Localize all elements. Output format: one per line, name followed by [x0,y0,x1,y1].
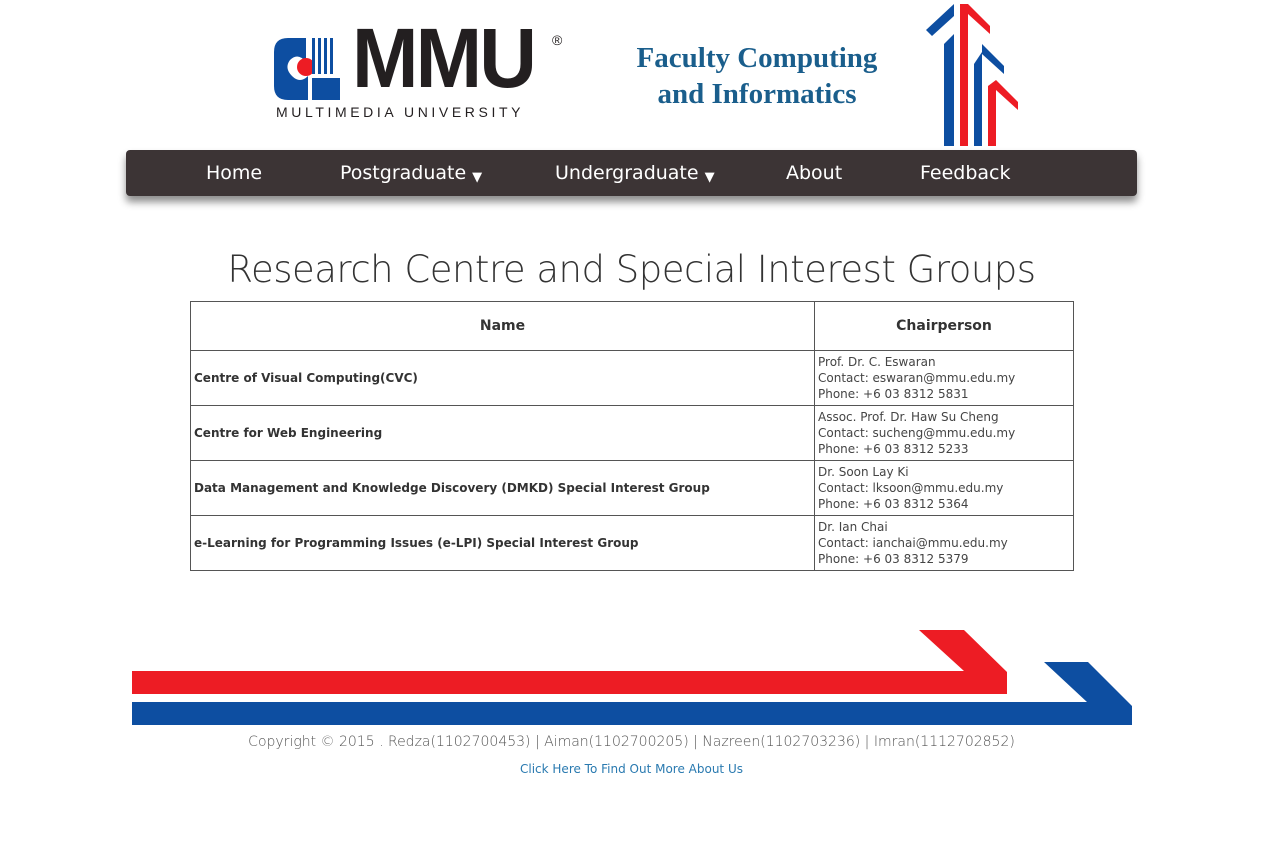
column-header-name: Name [190,301,815,351]
nav-item-home[interactable]: Home [206,150,262,196]
nav-item-label: Postgraduate [340,162,467,184]
nav-item-label: Feedback [920,162,1011,184]
chairperson-name: Prof. Dr. C. Eswaran [818,355,936,369]
logo-wordmark: MMU [352,11,537,105]
chairperson-cell: Assoc. Prof. Dr. Haw Su Cheng Contact: s… [814,405,1074,461]
nav-item-label: Home [206,162,263,184]
nav-item-feedback[interactable]: Feedback [920,150,1010,196]
main-navbar: Home Postgraduate ▼ Undergraduate ▼ About … [126,150,1137,196]
group-name: e-Learning for Programming Issues (e-LPI… [190,515,815,571]
faculty-logo-icon [926,4,1018,146]
research-groups-table: Name Chairperson Centre of Visual Comput… [190,301,1074,571]
about-us-link[interactable]: Click Here To Find Out More About Us [0,762,1263,776]
chairperson-name: Dr. Soon Lay Ki [818,465,909,479]
faculty-title-line1: Faculty Computing [636,42,878,74]
chairperson-name: Assoc. Prof. Dr. Haw Su Cheng [818,410,999,424]
faculty-title: Faculty Computing and Informatics [620,40,894,112]
chairperson-cell: Dr. Soon Lay Ki Contact: lksoon@mmu.edu.… [814,460,1074,516]
faculty-title-line2: and Informatics [657,78,857,110]
chairperson-phone: Phone: +6 03 8312 5831 [818,387,969,401]
chairperson-phone: Phone: +6 03 8312 5364 [818,497,969,511]
nav-item-postgraduate[interactable]: Postgraduate ▼ [340,150,482,196]
mmu-logo: MMU ® MULTIMEDIA UNIVERSITY [272,16,572,122]
registered-mark: ® [552,32,563,48]
chairperson-contact: Contact: ianchai@mmu.edu.my [818,536,1008,550]
chairperson-contact: Contact: eswaran@mmu.edu.my [818,371,1016,385]
page-title: Research Centre and Special Interest Gro… [227,248,1036,291]
group-name: Data Management and Knowledge Discovery … [190,460,815,516]
nav-item-about[interactable]: About [786,150,842,196]
group-name: Centre for Web Engineering [190,405,815,461]
nav-item-label: About [786,162,843,184]
table-row: Centre for Web Engineering Assoc. Prof. … [190,405,1074,461]
nav-item-undergraduate[interactable]: Undergraduate ▼ [555,150,715,196]
dropdown-caret-icon: ▼ [704,170,715,185]
mmu-emblem-icon [274,38,340,100]
nav-item-label: Undergraduate [555,162,699,184]
table-row: Centre of Visual Computing(CVC) Prof. Dr… [190,350,1074,406]
chairperson-cell: Prof. Dr. C. Eswaran Contact: eswaran@mm… [814,350,1074,406]
chairperson-name: Dr. Ian Chai [818,520,888,534]
chairperson-contact: Contact: lksoon@mmu.edu.my [818,481,1004,495]
logo-subtitle: MULTIMEDIA UNIVERSITY [276,104,525,120]
column-header-chairperson: Chairperson [814,301,1074,351]
chairperson-phone: Phone: +6 03 8312 5379 [818,552,969,566]
table-row: Data Management and Knowledge Discovery … [190,460,1074,516]
chairperson-contact: Contact: sucheng@mmu.edu.my [818,426,1016,440]
group-name: Centre of Visual Computing(CVC) [190,350,815,406]
copyright-text: Copyright © 2015 . Redza(1102700453) | A… [248,734,1015,750]
chairperson-phone: Phone: +6 03 8312 5233 [818,442,969,456]
table-header-row: Name Chairperson [190,301,1074,351]
table-row: e-Learning for Programming Issues (e-LPI… [190,515,1074,571]
footer-stripes-graphic [132,630,1132,725]
dropdown-caret-icon: ▼ [472,170,483,185]
chairperson-cell: Dr. Ian Chai Contact: ianchai@mmu.edu.my… [814,515,1074,571]
